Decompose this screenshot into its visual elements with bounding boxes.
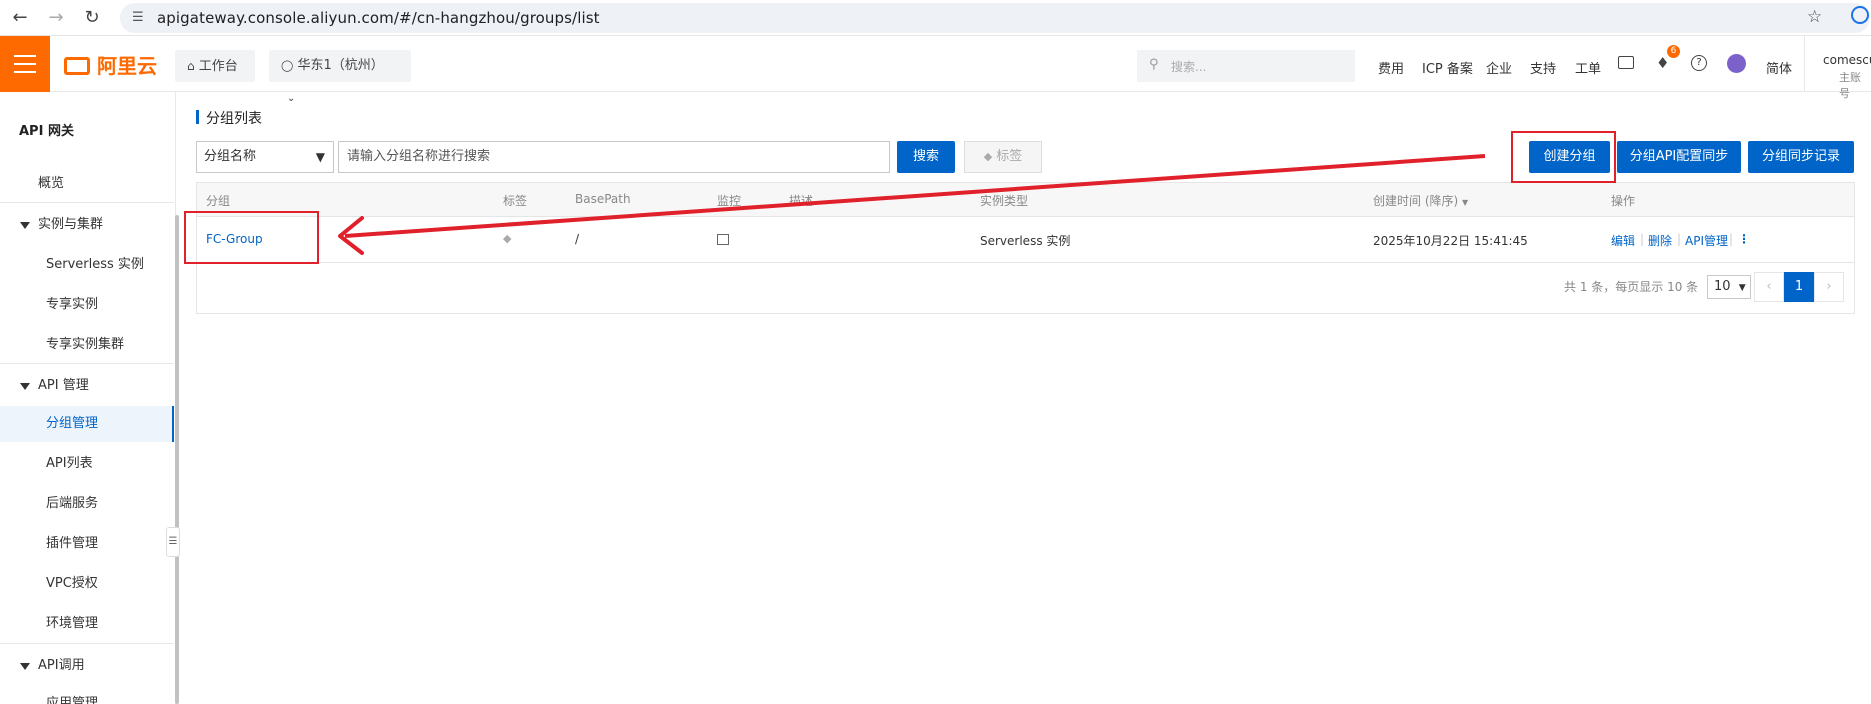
annotation-arrow bbox=[338, 154, 1486, 255]
annotation-arrow-line bbox=[344, 154, 1486, 238]
